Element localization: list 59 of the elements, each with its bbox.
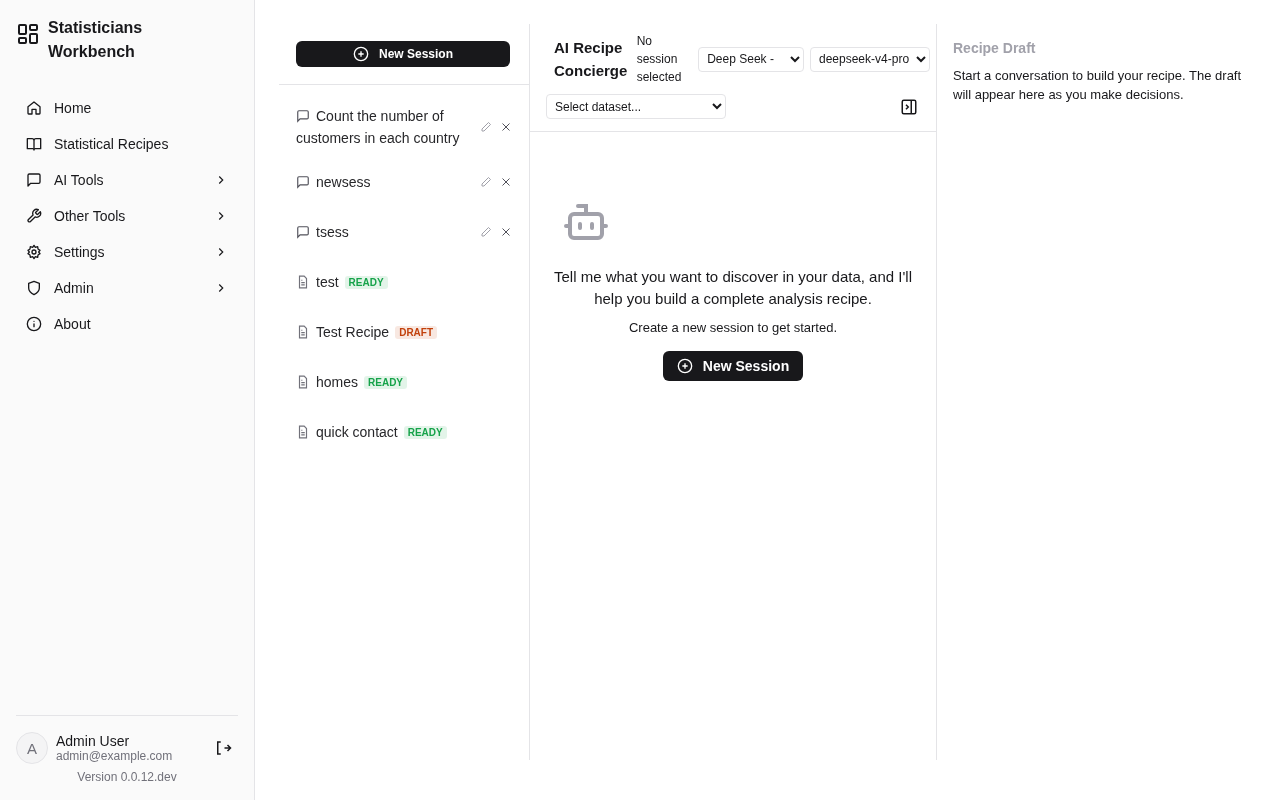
provider-select[interactable]: Deep Seek - bbox=[698, 46, 804, 72]
new-session-button[interactable]: New Session bbox=[663, 351, 803, 381]
empty-state-message: Tell me what you want to discover in your data, and I'll help you build a complete analysis recipe. bbox=[553, 267, 913, 309]
grid-logo-icon bbox=[16, 22, 40, 46]
plus-circle-icon bbox=[353, 46, 369, 62]
status-badge: READY bbox=[403, 425, 447, 439]
document-icon bbox=[296, 374, 310, 389]
chat-bubble-icon bbox=[26, 172, 42, 188]
logout-icon[interactable] bbox=[214, 739, 232, 757]
chat-bubble-icon bbox=[296, 175, 310, 189]
status-badge: READY bbox=[364, 375, 408, 389]
recipe-item[interactable]: test bbox=[316, 273, 339, 290]
nav-item[interactable]: Other Tools bbox=[16, 198, 238, 234]
wrench-icon bbox=[26, 208, 42, 224]
user-email: admin@example.com bbox=[56, 749, 174, 763]
session-item[interactable]: newsess bbox=[296, 171, 472, 193]
document-icon bbox=[296, 324, 310, 339]
book-icon bbox=[26, 136, 42, 152]
recipe-item[interactable]: quick contact bbox=[316, 423, 398, 440]
nav-item[interactable]: Settings bbox=[16, 234, 238, 270]
pencil-icon[interactable] bbox=[480, 176, 492, 188]
session-status: No session selected bbox=[636, 33, 683, 86]
session-item[interactable]: tsess bbox=[296, 221, 472, 243]
shield-icon bbox=[26, 280, 42, 296]
document-icon bbox=[296, 424, 310, 439]
session-item[interactable]: Count the number of customers in each country bbox=[296, 105, 472, 149]
chat-bubble-icon bbox=[296, 225, 310, 239]
close-icon[interactable] bbox=[500, 176, 512, 188]
draft-title: Recipe Draft bbox=[953, 40, 1037, 56]
pencil-icon[interactable] bbox=[480, 226, 492, 238]
home-icon bbox=[26, 100, 42, 116]
nav-item[interactable]: Statistical Recipes bbox=[16, 126, 238, 162]
nav-item[interactable]: AI Tools bbox=[16, 162, 238, 198]
dataset-select[interactable]: Select dataset... bbox=[546, 94, 726, 119]
status-badge: READY bbox=[344, 275, 388, 289]
pencil-icon[interactable] bbox=[480, 121, 492, 133]
nav-item[interactable]: Home bbox=[16, 90, 238, 126]
status-badge: DRAFT bbox=[395, 325, 438, 339]
nav-item[interactable]: About bbox=[16, 306, 238, 342]
nav-item[interactable]: Admin bbox=[16, 270, 238, 306]
model-select[interactable]: deepseek-v4-pro bbox=[810, 46, 930, 72]
version-text: Version 0.0.12.dev bbox=[76, 770, 178, 784]
draft-text: Start a conversation to build your recipe. The draft will appear here as you make decisions. bbox=[953, 67, 1243, 104]
chat-bubble-icon bbox=[296, 109, 310, 123]
empty-state-hint: Create a new session to get started. bbox=[628, 320, 838, 335]
settings-icon bbox=[26, 244, 42, 260]
plus-circle-icon bbox=[676, 358, 693, 374]
close-icon[interactable] bbox=[500, 226, 512, 238]
recipe-item[interactable]: Test Recipe bbox=[316, 323, 390, 340]
panel-toggle-icon[interactable] bbox=[900, 97, 918, 116]
user-name: Admin User bbox=[56, 733, 131, 749]
info-icon bbox=[26, 316, 42, 332]
app-title: Statisticians Workbench bbox=[48, 18, 144, 62]
recipe-item[interactable]: homes bbox=[316, 373, 359, 390]
document-icon bbox=[296, 274, 310, 289]
user-avatar: A bbox=[16, 732, 48, 764]
new-session-button[interactable]: New Session bbox=[296, 41, 510, 67]
chat-title: AI Recipe Concierge bbox=[554, 38, 629, 81]
close-icon[interactable] bbox=[500, 121, 512, 133]
